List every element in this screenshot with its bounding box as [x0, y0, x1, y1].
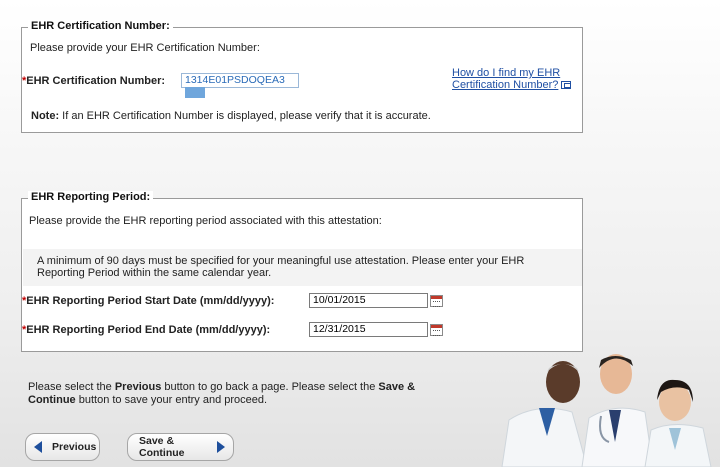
- cert-number-input[interactable]: 1314E01PSDOQEA3: [181, 73, 299, 98]
- instr-save-a: Save &: [378, 381, 416, 393]
- navigation-instructions: Please select the Previous button to go …: [28, 381, 448, 407]
- reporting-period-fieldset: EHR Reporting Period: Please provide the…: [21, 191, 583, 352]
- instr-part2: button to go back a page. Please select …: [161, 381, 379, 393]
- cert-field-label: *EHR Certification Number:: [22, 75, 165, 87]
- start-date-label-text: EHR Reporting Period Start Date (mm/dd/y…: [26, 295, 275, 307]
- note-text: If an EHR Certification Number is displa…: [59, 110, 431, 122]
- new-window-icon: [561, 81, 572, 89]
- save-continue-button[interactable]: Save & Continue: [127, 433, 234, 461]
- note-label: Note:: [31, 110, 60, 122]
- period-intro-text: Please provide the EHR reporting period …: [29, 215, 382, 227]
- cert-note: Note: If an EHR Certification Number is …: [31, 110, 431, 122]
- notice-line2: Reporting Period within the same calenda…: [37, 267, 272, 279]
- instr-part1: Please select the: [28, 381, 115, 393]
- cert-number-value: 1314E01PSDOQEA3: [185, 74, 285, 86]
- end-date-input[interactable]: 12/31/2015: [309, 322, 428, 337]
- doctors-photo: [497, 350, 720, 467]
- cert-number-fieldset: EHR Certification Number: Please provide…: [21, 20, 583, 133]
- instr-save-b: Continue: [28, 394, 76, 406]
- help-link-line1: How do I find my EHR: [452, 67, 561, 79]
- end-date-calendar-icon[interactable]: [430, 324, 443, 336]
- reporting-period-legend: EHR Reporting Period:: [28, 191, 154, 203]
- previous-button-label: Previous: [52, 441, 97, 453]
- cert-field-label-text: EHR Certification Number:: [26, 75, 166, 87]
- notice-line1: A minimum of 90 days must be specified f…: [37, 255, 525, 267]
- end-date-label: *EHR Reporting Period End Date (mm/dd/yy…: [22, 324, 270, 336]
- instr-part3: button to save your entry and proceed.: [75, 394, 268, 406]
- cert-number-legend: EHR Certification Number:: [28, 20, 173, 32]
- arrow-right-icon: [217, 441, 225, 453]
- arrow-left-icon: [34, 441, 42, 453]
- previous-button[interactable]: Previous: [25, 433, 100, 461]
- cert-intro-text: Please provide your EHR Certification Nu…: [30, 42, 260, 54]
- start-date-calendar-icon[interactable]: [430, 295, 443, 307]
- min-days-notice: A minimum of 90 days must be specified f…: [23, 249, 582, 286]
- save-continue-button-label: Save & Continue: [139, 435, 185, 459]
- start-date-input[interactable]: 10/01/2015: [309, 293, 428, 308]
- find-cert-number-link[interactable]: How do I find my EHR Certification Numbe…: [452, 67, 572, 91]
- start-date-label: *EHR Reporting Period Start Date (mm/dd/…: [22, 295, 274, 307]
- instr-previous: Previous: [114, 381, 162, 393]
- text-selection: [185, 87, 205, 98]
- help-link-line2: Certification Number?: [452, 79, 559, 91]
- doctors-illustration: [501, 354, 712, 467]
- end-date-label-text: EHR Reporting Period End Date (mm/dd/yyy…: [26, 324, 271, 336]
